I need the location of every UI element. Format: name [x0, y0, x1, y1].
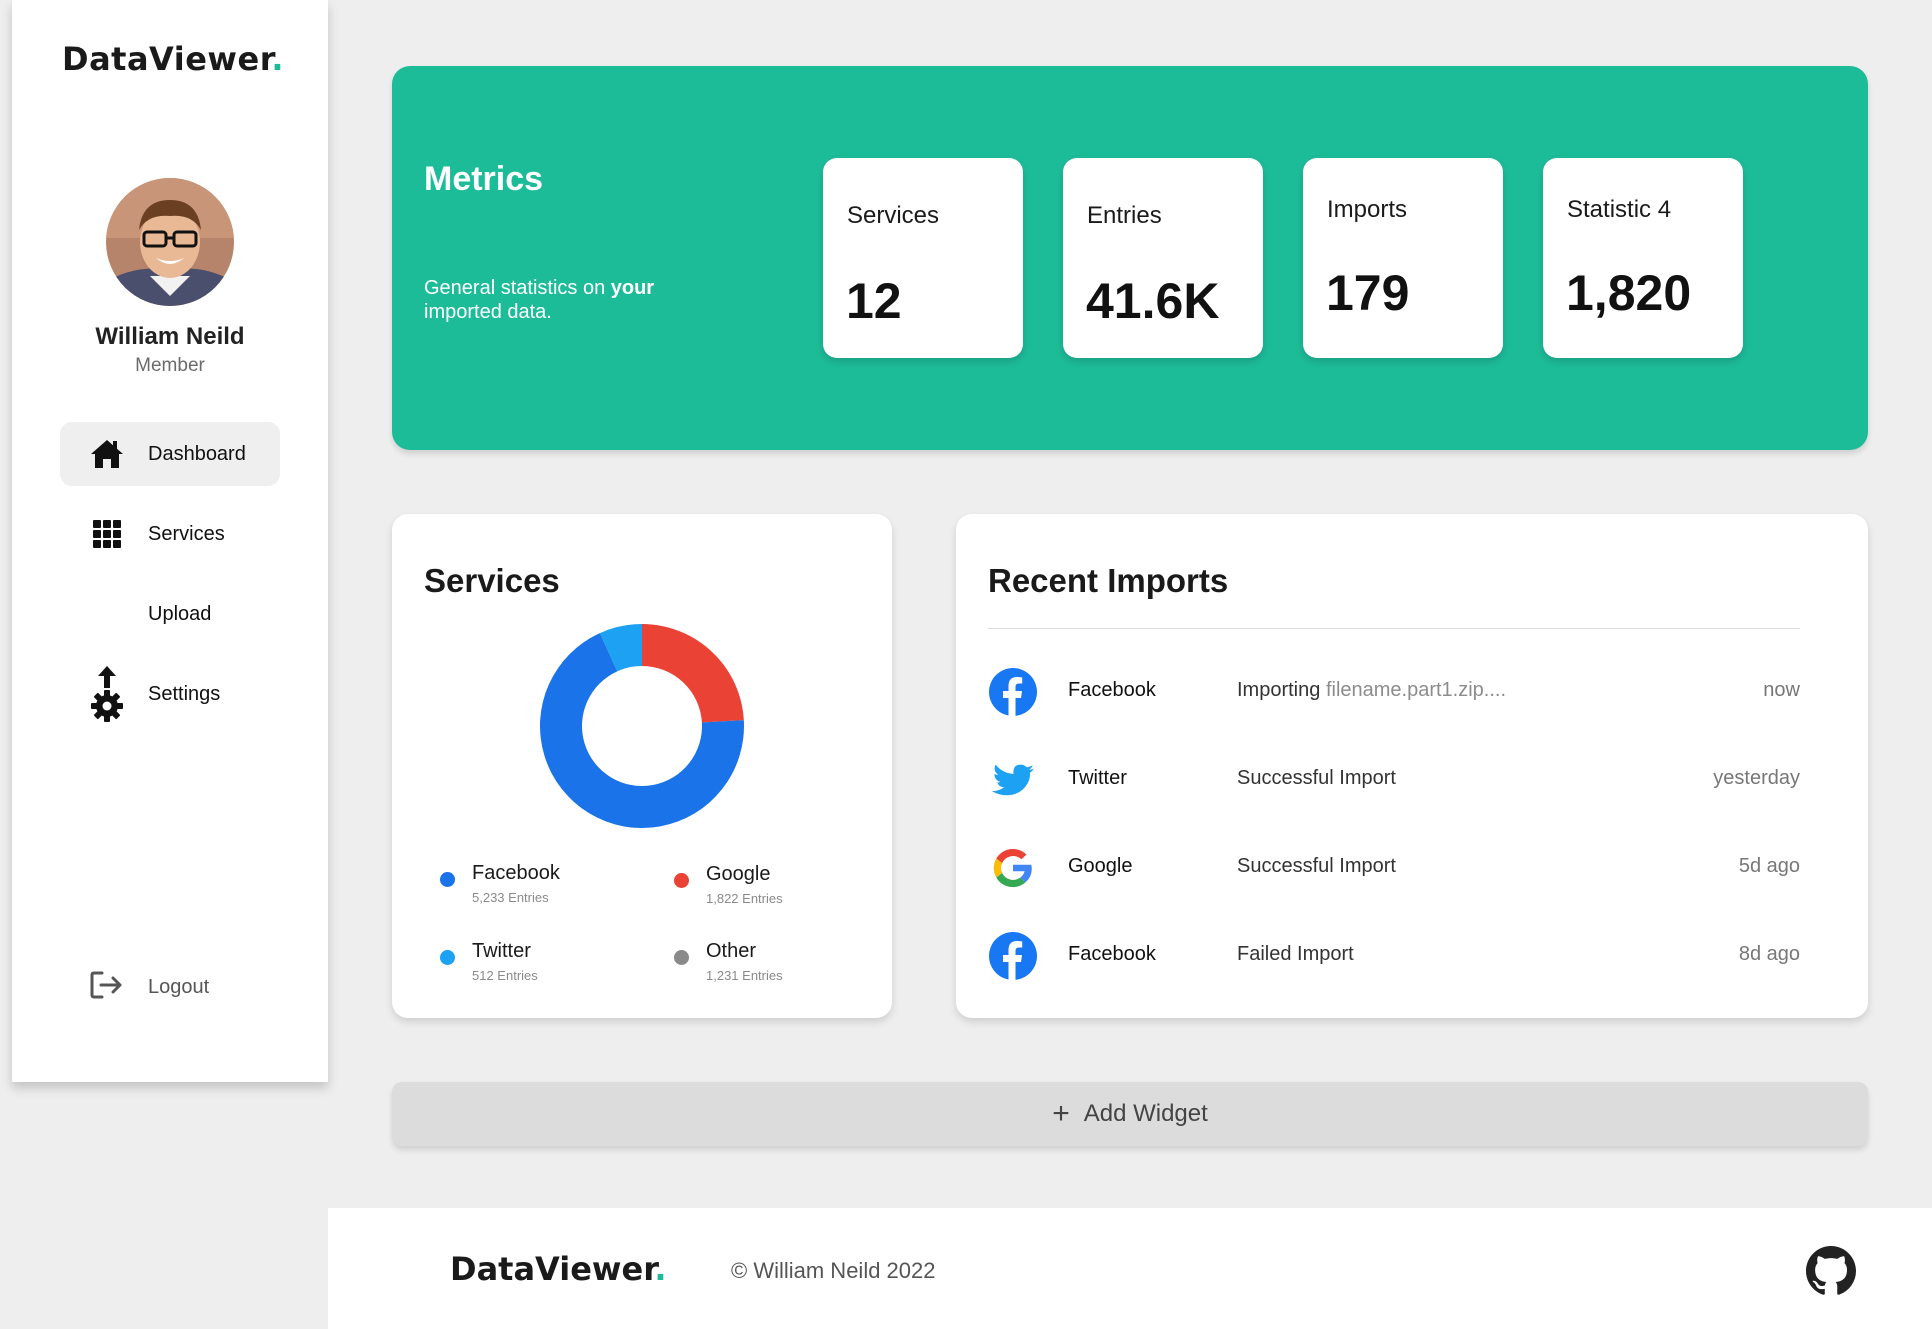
settings-upload-icon: [90, 666, 124, 722]
stat-value: 41.6K: [1086, 273, 1220, 329]
legend-count: 512 Entries: [472, 968, 538, 983]
stat-card-entries[interactable]: Entries 41.6K: [1063, 158, 1263, 358]
recent-imports-title: Recent Imports: [988, 562, 1229, 599]
add-widget-button[interactable]: + Add Widget: [392, 1082, 1868, 1146]
legend-dot: [674, 950, 689, 965]
facebook-icon: [989, 932, 1037, 980]
metrics-banner: Metrics General statistics on your impor…: [392, 66, 1868, 450]
logout-button[interactable]: Logout: [90, 967, 209, 1007]
stat-card-services[interactable]: Services 12: [823, 158, 1023, 358]
sidebar-item-dashboard[interactable]: Dashboard: [60, 422, 280, 486]
logout-icon: [90, 970, 124, 1005]
home-icon: [90, 437, 124, 471]
legend-name: Twitter: [472, 940, 531, 962]
import-row[interactable]: Facebook Failed Import 8d ago: [988, 929, 1800, 983]
sidebar-item-label: Settings: [148, 682, 221, 705]
import-row[interactable]: Google Successful Import 5d ago: [988, 841, 1800, 895]
legend-dot: [440, 872, 455, 887]
import-status: Successful Import: [1237, 767, 1396, 789]
import-filename: filename.part1.zip....: [1325, 679, 1507, 701]
services-donut-chart: [540, 624, 744, 828]
legend-name: Facebook: [472, 862, 560, 884]
metrics-title: Metrics: [424, 160, 544, 198]
legend-dot: [674, 873, 689, 888]
legend-count: 1,822 Entries: [706, 891, 783, 906]
services-card: Services Facebook 5,233 Entries Google 1…: [392, 514, 892, 1018]
logout-label: Logout: [148, 975, 210, 998]
user-role: Member: [135, 355, 205, 376]
sidebar-item-label: Services: [148, 522, 225, 545]
import-time: yesterday: [1713, 767, 1800, 789]
footer-brand[interactable]: DataViewer.: [450, 1250, 667, 1288]
sidebar-item-upload[interactable]: Upload: [60, 582, 280, 646]
stat-label: Entries: [1087, 202, 1162, 229]
import-row[interactable]: Facebook Importing filename.part1.zip...…: [988, 665, 1800, 719]
stat-value: 12: [846, 273, 902, 329]
stat-label: Statistic 4: [1567, 196, 1672, 223]
plus-icon: +: [1052, 1097, 1070, 1130]
legend-name: Other: [706, 940, 757, 962]
avatar: [106, 178, 234, 306]
copyright-text: © William Neild 2022: [731, 1258, 936, 1283]
stat-label: Imports: [1327, 196, 1408, 223]
facebook-icon: [989, 668, 1037, 716]
brand-name: DataViewer: [62, 40, 272, 78]
legend-dot: [440, 950, 455, 965]
sidebar-item-label: Dashboard: [148, 442, 246, 465]
import-service: Google: [1068, 855, 1133, 877]
twitter-icon: [991, 764, 1034, 796]
brand-logo[interactable]: DataViewer.: [62, 40, 284, 78]
metrics-subtitle: General statistics on your imported data…: [424, 277, 655, 323]
legend-count: 5,233 Entries: [472, 890, 549, 905]
stat-card-imports[interactable]: Imports 179: [1303, 158, 1503, 358]
legend-name: Google: [706, 863, 771, 885]
add-widget-label: Add Widget: [1083, 1100, 1208, 1127]
import-time: 5d ago: [1738, 855, 1800, 877]
divider: [988, 628, 1800, 629]
import-service: Twitter: [1068, 767, 1127, 789]
import-time: now: [1763, 679, 1800, 701]
import-status: Successful Import: [1237, 855, 1396, 877]
footer: DataViewer. © William Neild 2022: [328, 1208, 1932, 1329]
import-time: 8d ago: [1738, 943, 1800, 965]
stat-value: 179: [1326, 265, 1410, 321]
stat-label: Services: [847, 202, 940, 229]
github-icon[interactable]: [1806, 1246, 1856, 1296]
sidebar-item-label: Upload: [148, 602, 212, 625]
google-icon: [993, 848, 1032, 888]
services-title: Services: [424, 562, 560, 599]
user-name: William Neild: [95, 323, 245, 350]
import-service: Facebook: [1068, 943, 1156, 965]
sidebar-item-settings[interactable]: Settings: [60, 662, 280, 726]
brand-dot: .: [271, 40, 285, 78]
import-status: Failed Import: [1237, 943, 1354, 965]
import-row[interactable]: Twitter Successful Import yesterday: [988, 753, 1800, 807]
donut-slice-google[interactable]: [642, 624, 744, 723]
stat-value: 1,820: [1566, 265, 1692, 321]
sidebar: DataViewer. William Neild Member Dashboa…: [12, 0, 328, 1082]
stat-card-statistic-4[interactable]: Statistic 4 1,820: [1543, 158, 1743, 358]
grid-icon: [90, 517, 124, 551]
legend-count: 1,231 Entries: [706, 968, 783, 983]
recent-imports-card: Recent Imports Facebook Importing filena…: [956, 514, 1868, 1018]
import-status: Importing filename.part1.zip....: [1237, 679, 1507, 701]
sidebar-item-services[interactable]: Services: [60, 502, 280, 566]
import-service: Facebook: [1068, 679, 1156, 701]
